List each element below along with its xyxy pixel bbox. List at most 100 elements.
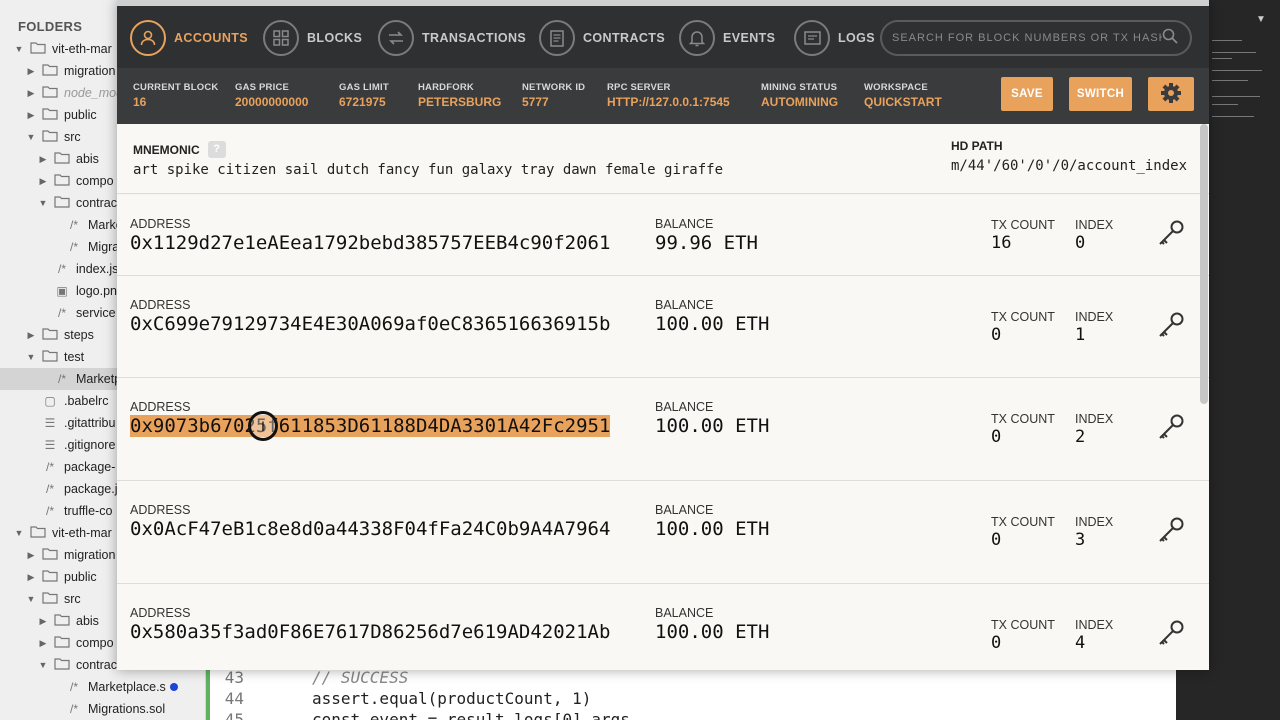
tree-item-label: logo.pn xyxy=(76,284,118,298)
folder-icon xyxy=(42,107,58,123)
code-line[interactable]: 45 const event = result.logs[0].args xyxy=(206,710,630,720)
tab-logs[interactable]: LOGS xyxy=(794,20,875,56)
tab-label: LOGS xyxy=(838,31,876,45)
events-icon xyxy=(679,20,715,56)
tab-transactions[interactable]: TRANSACTIONS xyxy=(378,20,526,56)
stat-network-id: NETWORK ID 5777 xyxy=(522,82,586,109)
image-file-icon: ▣ xyxy=(56,284,68,298)
index-value: 1 xyxy=(1075,325,1086,345)
index-label: INDEX xyxy=(1075,218,1114,232)
tx-count-value: 0 xyxy=(991,325,1002,345)
account-row[interactable]: ADDRESS 0x0AcF47eB1c8e8d0a44338F04fFa24C… xyxy=(117,481,1209,584)
chevron-right-icon[interactable]: ▶ xyxy=(26,88,36,99)
stat-gas-price: GAS PRICE 20000000000 xyxy=(235,82,309,109)
chevron-right-icon[interactable]: ▶ xyxy=(26,550,36,561)
account-row[interactable]: ADDRESS 0x9073b67025f611853D61188D4DA330… xyxy=(117,378,1209,481)
save-button[interactable]: SAVE xyxy=(1001,77,1053,111)
chevron-down-icon[interactable]: ▼ xyxy=(14,528,24,538)
chevron-right-icon[interactable]: ▶ xyxy=(26,66,36,77)
text-cursor-icon: I xyxy=(248,411,278,441)
account-row[interactable]: ADDRESS 0xC699e79129734E4E30A069af0eC836… xyxy=(117,276,1209,378)
chevron-down-icon[interactable]: ▼ xyxy=(38,198,48,208)
chevron-down-icon[interactable]: ▼ xyxy=(26,132,36,142)
tab-accounts[interactable]: ACCOUNTS xyxy=(130,20,248,56)
mnemonic-words[interactable]: art spike citizen sail dutch fancy fun g… xyxy=(133,162,723,178)
tab-blocks[interactable]: BLOCKS xyxy=(263,20,362,56)
accounts-scrollbar[interactable] xyxy=(1200,124,1208,404)
code-line[interactable]: 43 // SUCCESS xyxy=(206,668,409,689)
tree-item-label: service xyxy=(76,306,116,320)
folder-icon xyxy=(42,591,58,607)
search-input[interactable] xyxy=(892,32,1162,44)
search-icon[interactable] xyxy=(1162,28,1178,49)
chevron-right-icon[interactable]: ▶ xyxy=(38,154,48,165)
account-row[interactable]: ADDRESS 0x580a35f3ad0F86E7617D86256d7e61… xyxy=(117,584,1209,670)
stat-hardfork: HARDFORK PETERSBURG xyxy=(418,82,502,109)
folder-icon xyxy=(42,349,58,365)
chevron-down-icon[interactable]: ▼ xyxy=(14,44,24,54)
account-address[interactable]: 0x580a35f3ad0F86E7617D86256d7e619AD42021… xyxy=(130,621,610,643)
chevron-right-icon[interactable]: ▶ xyxy=(26,572,36,583)
help-icon[interactable]: ? xyxy=(207,141,226,158)
mnemonic-panel: MNEMONIC ? art spike citizen sail dutch … xyxy=(117,124,1209,194)
settings-button[interactable] xyxy=(1148,77,1194,111)
switch-button[interactable]: SWITCH xyxy=(1069,77,1132,111)
chevron-right-icon[interactable]: ▶ xyxy=(26,330,36,341)
search-box[interactable] xyxy=(880,20,1192,56)
chevron-right-icon[interactable]: ▶ xyxy=(26,110,36,121)
account-row[interactable]: ADDRESS 0x1129d27e1eAEea1792bebd385757EE… xyxy=(117,195,1209,276)
tree-item-label: vit-eth-mar xyxy=(52,42,112,56)
mnemonic-label: MNEMONIC ? xyxy=(133,141,226,158)
tx-count-label: TX COUNT xyxy=(991,218,1055,232)
balance-label: BALANCE xyxy=(655,400,714,414)
stat-workspace: WORKSPACE QUICKSTART xyxy=(864,82,942,109)
tab-label: BLOCKS xyxy=(307,31,363,45)
tree-file[interactable]: /* Marketplace.s xyxy=(0,676,205,698)
file-icon: /* xyxy=(57,262,66,276)
key-icon[interactable] xyxy=(1157,619,1185,654)
tab-contracts[interactable]: CONTRACTS xyxy=(539,20,665,56)
tree-item-label: node_mod xyxy=(64,86,124,100)
accounts-list: ADDRESS 0x1129d27e1eAEea1792bebd385757EE… xyxy=(117,195,1209,670)
balance-label: BALANCE xyxy=(655,298,714,312)
chevron-down-icon[interactable]: ▼ xyxy=(38,660,48,670)
chevron-right-icon[interactable]: ▶ xyxy=(38,638,48,649)
chevron-down-icon[interactable]: ▼ xyxy=(26,352,36,362)
hd-path-value[interactable]: m/44'/60'/0'/0/account_index xyxy=(951,158,1187,174)
account-address[interactable]: 0x0AcF47eB1c8e8d0a44338F04fFa24C0b9A4A79… xyxy=(130,518,610,540)
folder-icon xyxy=(42,129,58,145)
code-line[interactable]: 44 assert.equal(productCount, 1) xyxy=(206,689,592,710)
index-label: INDEX xyxy=(1075,310,1114,324)
account-address[interactable]: 0x1129d27e1eAEea1792bebd385757EEB4c90f20… xyxy=(130,232,610,254)
tree-item-label: index.js xyxy=(76,262,119,276)
hd-path-label: HD PATH xyxy=(951,139,1003,153)
key-icon[interactable] xyxy=(1157,219,1185,254)
tree-file[interactable]: /* Migrations.sol xyxy=(0,698,205,720)
stat-current-block: CURRENT BLOCK 16 xyxy=(133,82,219,109)
key-icon[interactable] xyxy=(1157,516,1185,551)
chevron-down-icon[interactable]: ▼ xyxy=(26,594,36,604)
folder-icon xyxy=(30,525,46,541)
index-value: 0 xyxy=(1075,233,1086,253)
code-panel[interactable]: 43 // SUCCESS 44 assert.equal(productCou… xyxy=(206,668,1176,720)
chevron-down-icon[interactable]: ▼ xyxy=(1256,14,1266,25)
chevron-right-icon[interactable]: ▶ xyxy=(38,176,48,187)
account-address[interactable]: 0x9073b67025f611853D61188D4DA3301A42Fc29… xyxy=(130,415,611,437)
folder-icon xyxy=(54,657,70,673)
account-balance: 99.96 ETH xyxy=(655,232,758,254)
tab-label: TRANSACTIONS xyxy=(422,31,527,45)
key-icon[interactable] xyxy=(1157,413,1185,448)
account-address[interactable]: 0xC699e79129734E4E30A069af0eC83651663691… xyxy=(130,313,610,335)
tab-events[interactable]: EVENTS xyxy=(679,20,775,56)
top-navigation: ACCOUNTS BLOCKS TRANSACTIONS CONTRACTS E… xyxy=(117,0,1209,68)
account-balance: 100.00 ETH xyxy=(655,621,770,643)
index-label: INDEX xyxy=(1075,618,1114,632)
tree-item-label: package- xyxy=(64,460,116,474)
chevron-right-icon[interactable]: ▶ xyxy=(38,616,48,627)
tx-count-label: TX COUNT xyxy=(991,310,1055,324)
address-label: ADDRESS xyxy=(130,606,191,620)
key-icon[interactable] xyxy=(1157,311,1185,346)
tree-item-label: public xyxy=(64,108,97,122)
index-value: 4 xyxy=(1075,633,1086,653)
blocks-icon xyxy=(263,20,299,56)
